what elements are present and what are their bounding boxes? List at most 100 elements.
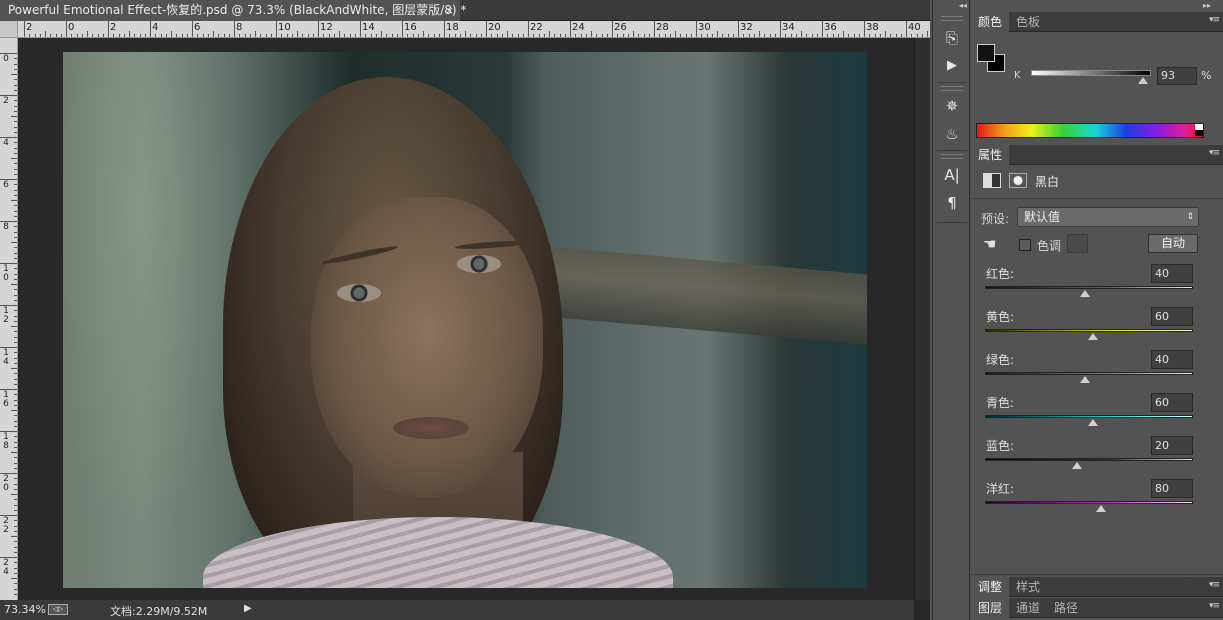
tab-swatches[interactable]: 色板	[1009, 12, 1047, 32]
foreground-color-swatch[interactable]	[977, 44, 995, 62]
tint-checkbox[interactable]	[1019, 239, 1031, 251]
slider-value-input[interactable]: 20	[1151, 436, 1193, 455]
ruler-v-tick	[14, 541, 17, 543]
ruler-v-tick	[14, 404, 17, 406]
slider-track[interactable]	[985, 286, 1193, 289]
ruler-v-tick	[14, 378, 17, 380]
ruler-v-tick	[11, 452, 17, 453]
black-white-adjustment-icon[interactable]	[983, 173, 1001, 188]
vertical-scrollbar[interactable]	[914, 38, 930, 600]
ruler-h-label: 28	[656, 22, 669, 33]
slider-track[interactable]	[985, 329, 1193, 332]
slider-thumb[interactable]	[1079, 376, 1090, 383]
ruler-v-tick	[14, 79, 17, 81]
tint-color-swatch[interactable]	[1067, 234, 1088, 253]
panel-menu-icon[interactable]: ▾≡	[1209, 580, 1220, 590]
ruler-h-tick	[853, 34, 855, 37]
ruler-h-tick	[522, 34, 524, 37]
panel-menu-icon[interactable]: ▾≡	[1209, 148, 1220, 158]
strip-grip[interactable]	[941, 154, 963, 159]
ruler-v-tick	[11, 200, 17, 201]
tab-adjustments[interactable]: 调整	[971, 577, 1010, 597]
collapse-dock-icon[interactable]: ▸▸	[1203, 1, 1211, 10]
photo-canvas[interactable]	[63, 52, 867, 588]
ruler-v-label: 8	[3, 222, 9, 232]
ruler-h-label: 18	[446, 22, 459, 33]
ruler-h-tick	[811, 34, 813, 37]
tab-channels[interactable]: 通道	[1009, 598, 1047, 618]
slider-value-input[interactable]: 40	[1151, 264, 1193, 283]
tab-layers[interactable]: 图层	[971, 598, 1010, 618]
slider-thumb[interactable]	[1079, 290, 1090, 297]
ruler-origin[interactable]	[0, 21, 18, 38]
ruler-v-tick	[14, 189, 17, 191]
close-icon[interactable]: ×	[445, 0, 454, 21]
ruler-h-tick	[543, 34, 545, 37]
character-icon[interactable]: A|	[938, 163, 966, 187]
k-slider-track[interactable]	[1031, 70, 1151, 76]
ruler-v-tick	[14, 84, 17, 86]
slider-track[interactable]	[985, 458, 1193, 461]
history-icon[interactable]: ⎘	[938, 26, 966, 50]
slider-value-input[interactable]: 40	[1151, 350, 1193, 369]
panel-dock: ▸▸ 颜色 色板 ▾≡ K 93 % 属性 ▾≡ 黑白 预设: 默认值 ⇕ ☚	[971, 0, 1223, 620]
paragraph-icon[interactable]: ¶	[938, 191, 966, 215]
ruler-h-tick	[911, 34, 913, 37]
auto-button[interactable]: 自动	[1148, 234, 1198, 253]
ruler-h-tick	[297, 31, 298, 37]
ruler-h-tick	[155, 34, 157, 37]
ruler-v-tick	[14, 336, 17, 338]
panel-menu-icon[interactable]: ▾≡	[1209, 15, 1220, 25]
brush-presets-icon[interactable]: ♨	[938, 122, 966, 146]
document-tab[interactable]: Powerful Emotional Effect-恢复的.psd @ 73.3…	[0, 0, 466, 21]
status-info-icon[interactable]: ◁▷	[48, 604, 68, 615]
ruler-v-tick	[14, 205, 17, 207]
slider-value-input[interactable]: 80	[1151, 479, 1193, 498]
panel-menu-icon[interactable]: ▾≡	[1209, 601, 1220, 611]
slider-track[interactable]	[985, 415, 1193, 418]
collapse-strip-icon[interactable]: ◂◂	[959, 1, 967, 10]
zoom-level[interactable]: 73.34%	[4, 603, 46, 616]
ruler-h-tick	[528, 21, 529, 37]
slider-track[interactable]	[985, 372, 1193, 375]
k-value-input[interactable]: 93	[1157, 67, 1197, 85]
slider-thumb[interactable]	[1088, 419, 1099, 426]
ruler-h-tick	[507, 31, 508, 37]
slider-value-input[interactable]: 60	[1151, 393, 1193, 412]
slider-value-input[interactable]: 60	[1151, 307, 1193, 326]
horizontal-scrollbar[interactable]	[262, 600, 914, 620]
tab-properties[interactable]: 属性	[971, 145, 1010, 165]
tab-color[interactable]: 颜色	[971, 12, 1010, 32]
tab-paths[interactable]: 路径	[1047, 598, 1085, 618]
ruler-h-tick	[816, 34, 818, 37]
black-swatch[interactable]	[1195, 130, 1203, 136]
ruler-v-tick	[14, 210, 17, 212]
ruler-h-tick	[428, 34, 430, 37]
slider-thumb[interactable]	[1071, 462, 1082, 469]
ruler-v-label: 14	[3, 348, 9, 367]
slider-thumb[interactable]	[1096, 505, 1107, 512]
status-menu-arrow-icon[interactable]: ▶	[244, 603, 252, 614]
ruler-v-tick	[14, 446, 17, 448]
color-spectrum-bar[interactable]	[976, 123, 1204, 138]
horizontal-ruler[interactable]: 2 0 2 4 6 8 10 12 14 16 18 20 22 24 26 28 30 32 34 36 38 40	[18, 21, 930, 38]
ruler-h-tick	[837, 34, 839, 37]
strip-grip[interactable]	[941, 86, 963, 91]
preset-select[interactable]: 默认值 ⇕	[1017, 207, 1199, 227]
layer-mask-icon[interactable]	[1009, 173, 1027, 188]
tab-styles[interactable]: 样式	[1009, 577, 1047, 597]
vertical-ruler[interactable]: 0 2 4 6 8 10 12 14 16 18 20 22 24	[0, 38, 18, 600]
slider-track[interactable]	[985, 501, 1193, 504]
ruler-h-tick	[627, 34, 629, 37]
targeted-adjustment-hand-icon[interactable]: ☚	[983, 235, 996, 253]
k-slider-thumb[interactable]	[1137, 77, 1148, 84]
slider-thumb[interactable]	[1088, 333, 1099, 340]
ruler-v-tick	[14, 273, 17, 275]
ruler-v-tick	[14, 294, 17, 296]
play-icon[interactable]: ▶	[938, 54, 966, 78]
ruler-h-tick	[129, 31, 130, 37]
ruler-v-tick	[11, 74, 17, 75]
brush-settings-icon[interactable]: ✵	[938, 94, 966, 118]
ruler-v-tick	[11, 536, 17, 537]
strip-grip[interactable]	[941, 16, 963, 21]
